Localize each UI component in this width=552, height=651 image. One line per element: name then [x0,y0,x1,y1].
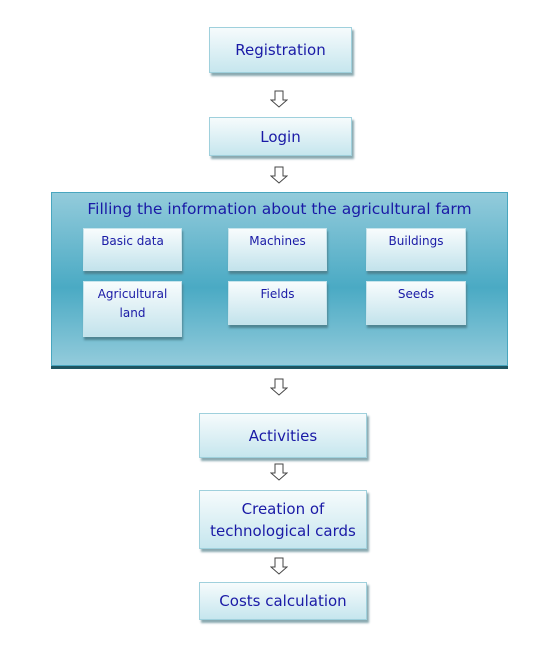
farm-info-title: Filling the information about the agricu… [87,200,472,218]
agricultural-land-box: Agricultural land [83,281,182,337]
down-arrow-icon [270,378,288,396]
activities-box: Activities [199,413,367,458]
login-box: Login [209,117,352,156]
down-arrow-icon [270,90,288,108]
fields-box: Fields [228,281,327,325]
basic-data-box: Basic data [83,228,182,271]
buildings-box: Buildings [366,228,466,271]
down-arrow-icon [270,166,288,184]
seeds-box: Seeds [366,281,466,325]
down-arrow-icon [270,557,288,575]
machines-box: Machines [228,228,327,271]
farm-info-container: Filling the information about the agricu… [51,192,508,366]
down-arrow-icon [270,463,288,481]
flowchart: Registration Login Filling the informati… [0,0,552,651]
costs-calculation-box: Costs calculation [199,582,367,620]
registration-box: Registration [209,27,352,73]
technological-cards-box: Creation of technological cards [199,490,367,549]
